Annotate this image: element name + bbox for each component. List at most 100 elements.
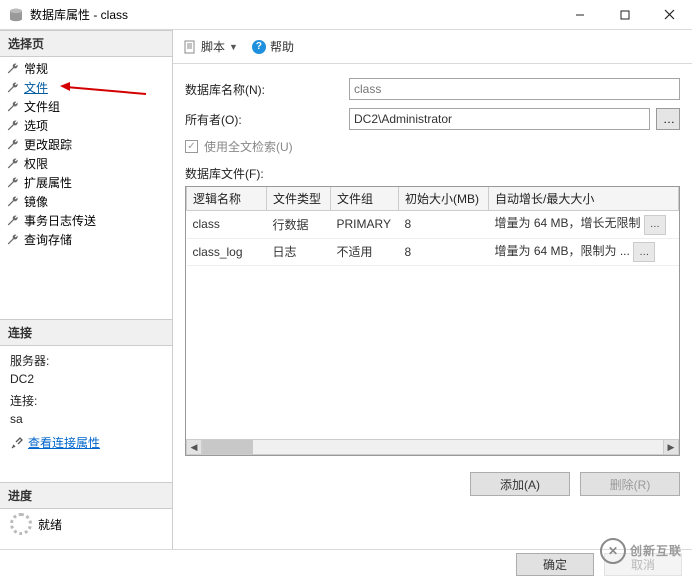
owner-browse-button[interactable]: … bbox=[656, 108, 680, 130]
nav-label: 权限 bbox=[24, 155, 48, 172]
remove-button[interactable]: 删除(R) bbox=[580, 472, 680, 496]
nav-label: 更改跟踪 bbox=[24, 136, 72, 153]
highlight-arrow-icon bbox=[58, 80, 148, 98]
checkbox-icon bbox=[185, 140, 198, 153]
help-icon: ? bbox=[252, 40, 266, 54]
growth-edit-button[interactable]: … bbox=[644, 215, 666, 235]
cell-growth: 增量为 64 MB，限制为 ... … bbox=[489, 238, 679, 266]
cell-fgroup: PRIMARY bbox=[331, 211, 399, 239]
progress-body: 就绪 bbox=[0, 509, 172, 539]
dialog-footer: 确定 取消 bbox=[0, 550, 692, 578]
sidebar: 选择页 常规 文件 文件组 选项 更改跟踪 权限 扩展属性 镜像 事务日志传送 … bbox=[0, 30, 173, 549]
nav-item-changetracking[interactable]: 更改跟踪 bbox=[6, 135, 166, 154]
col-initsize[interactable]: 初始大小(MB) bbox=[399, 187, 489, 211]
cell-size: 8 bbox=[399, 211, 489, 239]
connection-header: 连接 bbox=[0, 319, 172, 346]
wrench-icon bbox=[6, 195, 20, 209]
add-button[interactable]: 添加(A) bbox=[470, 472, 570, 496]
connection-value: sa bbox=[10, 410, 162, 428]
wrench-icon bbox=[6, 62, 20, 76]
nav-label: 扩展属性 bbox=[24, 174, 72, 191]
nav-item-extprops[interactable]: 扩展属性 bbox=[6, 173, 166, 192]
nav-label: 镜像 bbox=[24, 193, 48, 210]
dbname-input[interactable] bbox=[349, 78, 680, 100]
watermark-logo-icon: ✕ bbox=[600, 538, 626, 564]
nav-label: 选项 bbox=[24, 117, 48, 134]
col-autogrowth[interactable]: 自动增长/最大大小 bbox=[489, 187, 679, 211]
script-label: 脚本 bbox=[201, 38, 225, 55]
wrench-icon bbox=[6, 119, 20, 133]
connection-icon bbox=[10, 436, 24, 450]
wrench-icon bbox=[6, 233, 20, 247]
scroll-left-icon[interactable]: ◀ bbox=[186, 439, 202, 455]
view-connection-properties-link[interactable]: 查看连接属性 bbox=[28, 434, 100, 452]
nav-label: 文件组 bbox=[24, 98, 60, 115]
cell-name: class bbox=[187, 211, 267, 239]
close-button[interactable] bbox=[647, 0, 692, 29]
owner-label: 所有者(O): bbox=[185, 111, 349, 128]
col-logicalname[interactable]: 逻辑名称 bbox=[187, 187, 267, 211]
maximize-button[interactable] bbox=[602, 0, 647, 29]
nav-item-filegroups[interactable]: 文件组 bbox=[6, 97, 166, 116]
nav-item-options[interactable]: 选项 bbox=[6, 116, 166, 135]
wrench-icon bbox=[6, 138, 20, 152]
files-grid[interactable]: 逻辑名称 文件类型 文件组 初始大小(MB) 自动增长/最大大小 class 行… bbox=[185, 186, 680, 456]
nav-list: 常规 文件 文件组 选项 更改跟踪 权限 扩展属性 镜像 事务日志传送 查询存储 bbox=[0, 57, 172, 251]
nav-item-files[interactable]: 文件 bbox=[6, 78, 166, 97]
nav-item-mirror[interactable]: 镜像 bbox=[6, 192, 166, 211]
progress-spinner-icon bbox=[10, 513, 32, 535]
files-label: 数据库文件(F): bbox=[185, 165, 680, 182]
table-row[interactable]: class_log 日志 不适用 8 增量为 64 MB，限制为 ... … bbox=[187, 238, 679, 266]
col-filegroup[interactable]: 文件组 bbox=[331, 187, 399, 211]
wrench-icon bbox=[6, 176, 20, 190]
cell-growth: 增量为 64 MB，增长无限制 … bbox=[489, 211, 679, 239]
connection-body: 服务器: DC2 连接: sa 查看连接属性 bbox=[0, 346, 172, 458]
help-button[interactable]: ? 帮助 bbox=[252, 38, 294, 55]
ok-button[interactable]: 确定 bbox=[516, 553, 594, 576]
nav-item-general[interactable]: 常规 bbox=[6, 59, 166, 78]
progress-header: 进度 bbox=[0, 482, 172, 509]
cell-ftype: 行数据 bbox=[267, 211, 331, 239]
nav-item-permissions[interactable]: 权限 bbox=[6, 154, 166, 173]
scroll-thumb[interactable] bbox=[203, 440, 253, 454]
watermark: ✕ 创新互联 bbox=[598, 532, 690, 572]
minimize-button[interactable] bbox=[557, 0, 602, 29]
nav-item-logship[interactable]: 事务日志传送 bbox=[6, 211, 166, 230]
script-dropdown[interactable]: 脚本 ▼ bbox=[183, 38, 238, 55]
window-title: 数据库属性 - class bbox=[30, 6, 557, 23]
table-row[interactable]: class 行数据 PRIMARY 8 增量为 64 MB，增长无限制 … bbox=[187, 211, 679, 239]
nav-label: 常规 bbox=[24, 60, 48, 77]
grid-horizontal-scrollbar[interactable]: ◀ ▶ bbox=[186, 439, 679, 455]
cell-ftype: 日志 bbox=[267, 238, 331, 266]
fulltext-checkbox: 使用全文检索(U) bbox=[185, 138, 680, 155]
nav-label: 文件 bbox=[24, 79, 48, 96]
progress-status: 就绪 bbox=[38, 516, 62, 533]
fulltext-label: 使用全文检索(U) bbox=[204, 138, 293, 155]
toolbar: 脚本 ▼ ? 帮助 bbox=[173, 30, 692, 64]
server-value: DC2 bbox=[10, 370, 162, 388]
owner-input[interactable] bbox=[349, 108, 650, 130]
nav-label: 事务日志传送 bbox=[24, 212, 96, 229]
select-page-header: 选择页 bbox=[0, 30, 172, 57]
cell-fgroup: 不适用 bbox=[331, 238, 399, 266]
title-bar: 数据库属性 - class bbox=[0, 0, 692, 30]
dbname-label: 数据库名称(N): bbox=[185, 81, 349, 98]
main-panel: 脚本 ▼ ? 帮助 数据库名称(N): 所有者(O): … 使用全文检索(U) bbox=[173, 30, 692, 549]
wrench-icon bbox=[6, 81, 20, 95]
watermark-text: 创新互联 bbox=[630, 542, 682, 559]
nav-item-querystore[interactable]: 查询存储 bbox=[6, 230, 166, 249]
wrench-icon bbox=[6, 214, 20, 228]
col-filetype[interactable]: 文件类型 bbox=[267, 187, 331, 211]
wrench-icon bbox=[6, 100, 20, 114]
help-label: 帮助 bbox=[270, 38, 294, 55]
wrench-icon bbox=[6, 157, 20, 171]
script-icon bbox=[183, 40, 197, 54]
server-label: 服务器: bbox=[10, 352, 162, 370]
cell-name: class_log bbox=[187, 238, 267, 266]
chevron-down-icon: ▼ bbox=[229, 42, 238, 52]
growth-edit-button[interactable]: … bbox=[633, 242, 655, 262]
scroll-right-icon[interactable]: ▶ bbox=[663, 439, 679, 455]
nav-label: 查询存储 bbox=[24, 231, 72, 248]
connection-label: 连接: bbox=[10, 392, 162, 410]
database-icon bbox=[8, 7, 24, 23]
